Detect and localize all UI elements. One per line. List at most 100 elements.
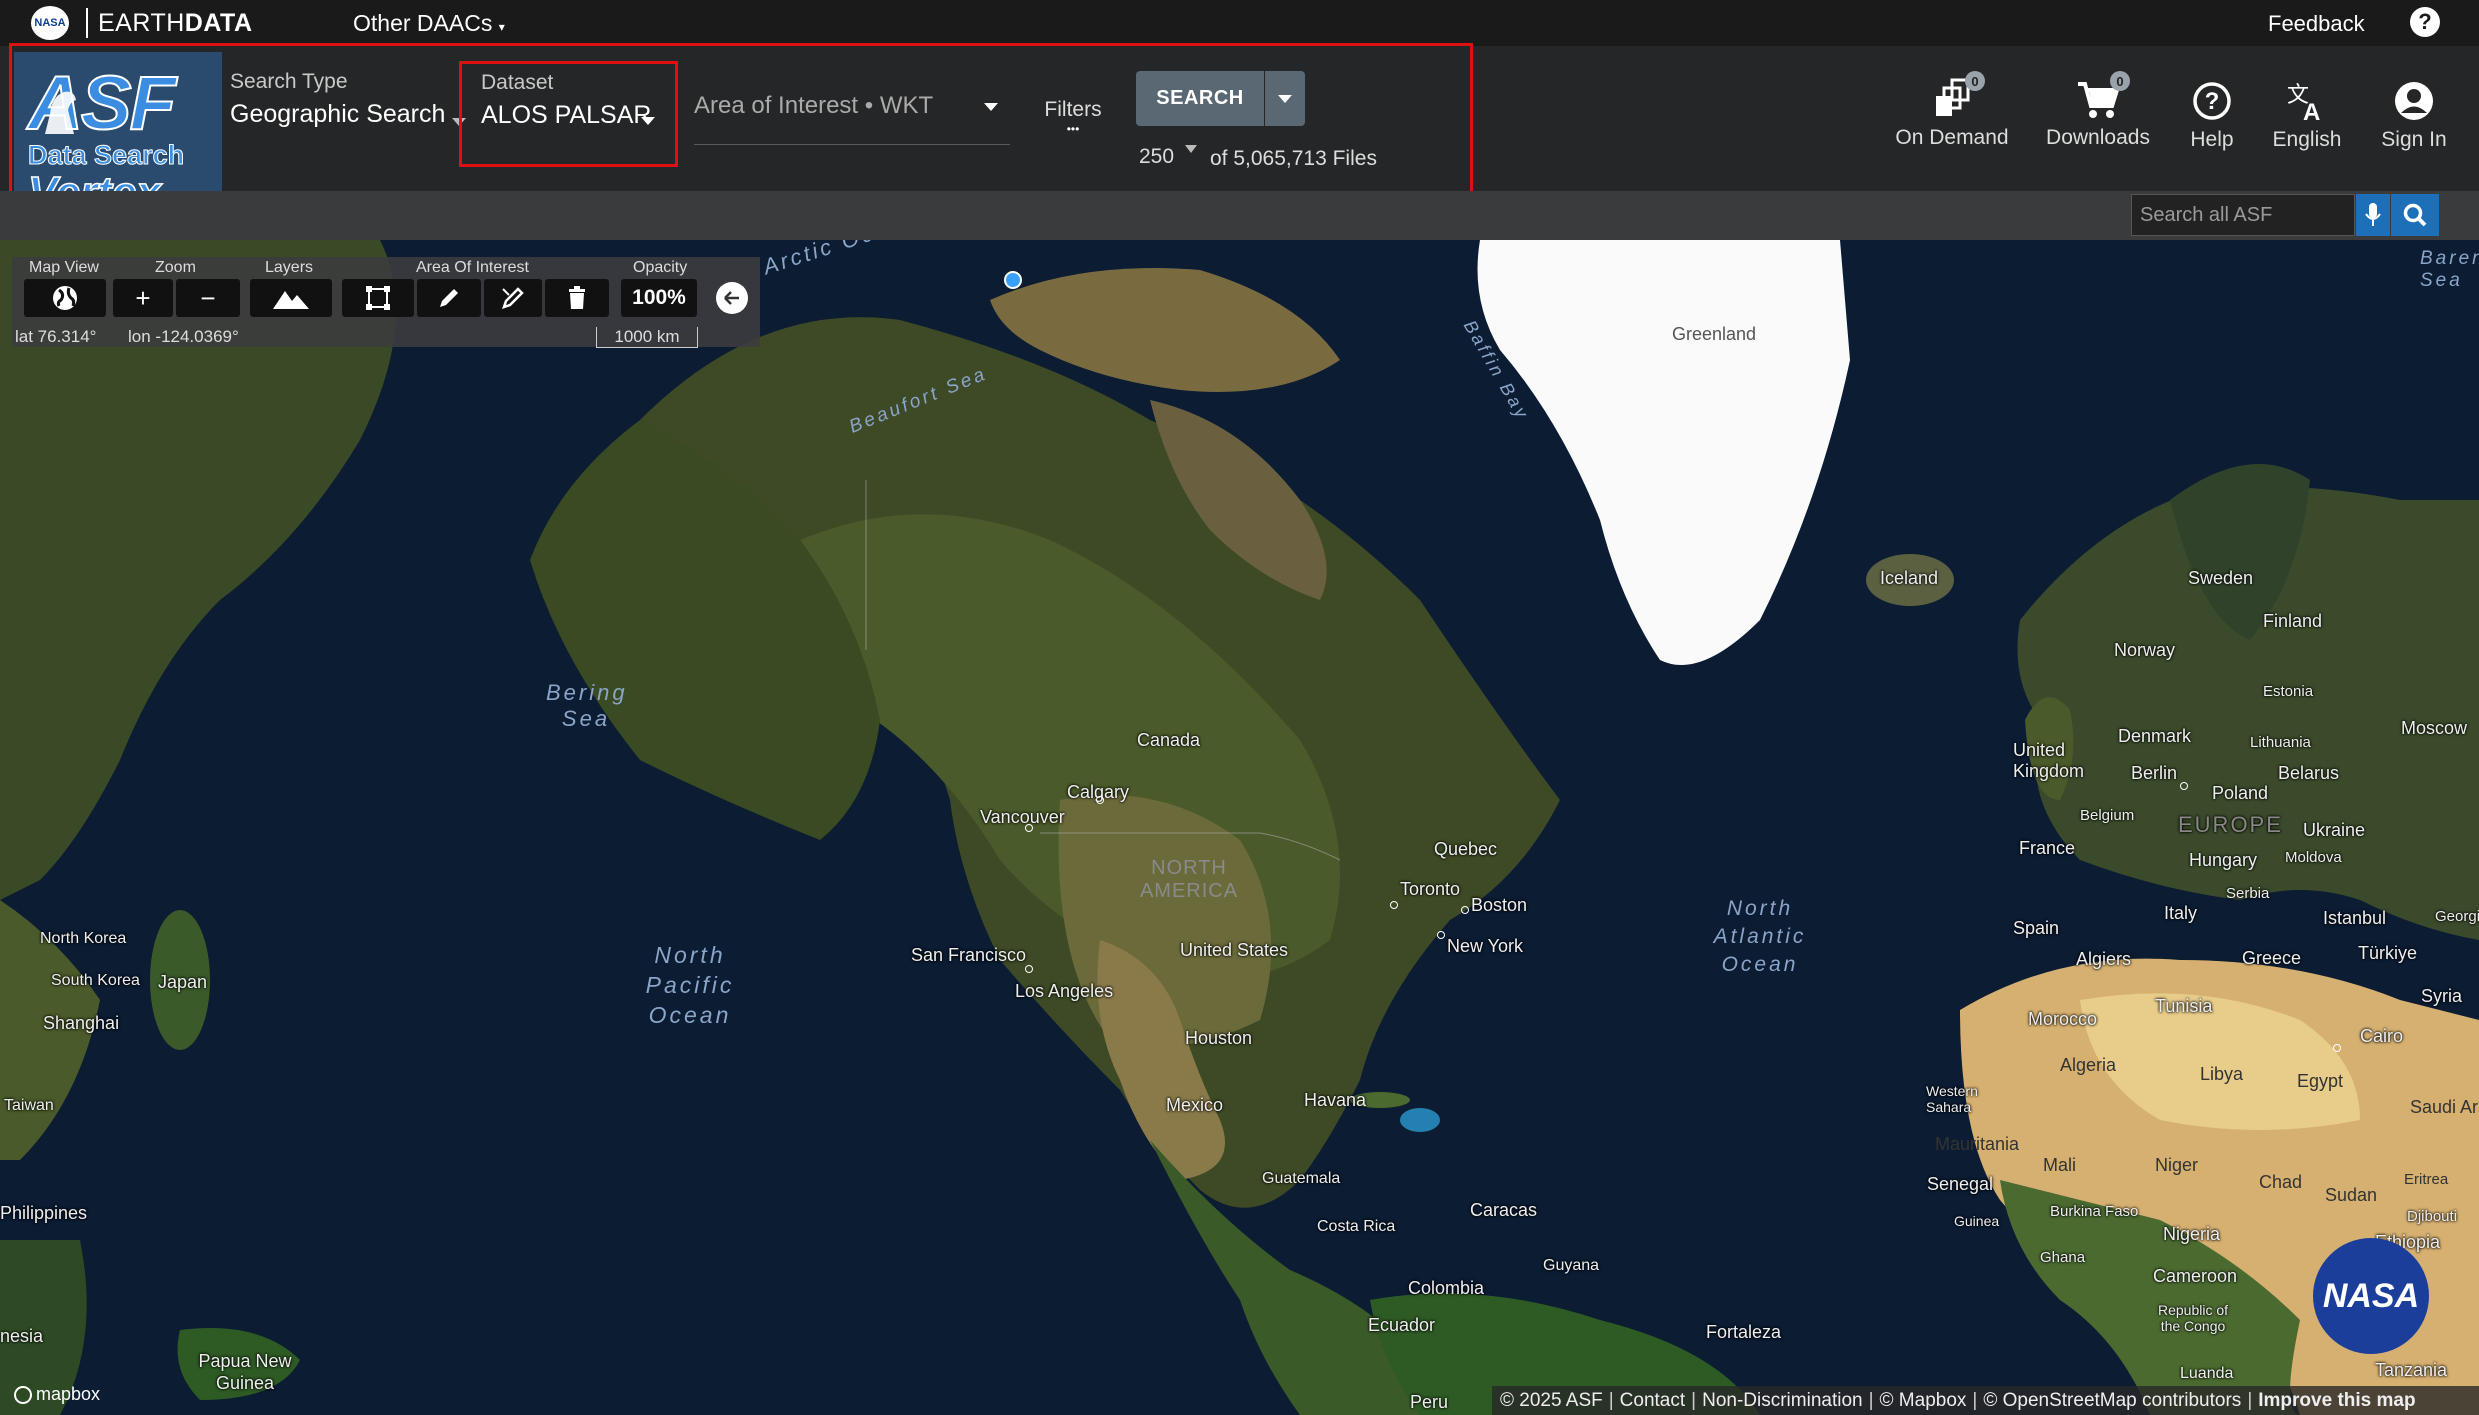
map-view[interactable]: Arctic Ocean Greenland Baffin Bay Beaufo… <box>0 240 2479 1415</box>
feedback-link[interactable]: Feedback <box>2268 10 2365 38</box>
map-label: New York <box>1447 936 1524 956</box>
collapse-controls-button[interactable] <box>716 282 748 314</box>
globe-icon <box>53 286 77 310</box>
on-demand-button[interactable]: On Demand <box>1890 78 2014 150</box>
zoom-in-button[interactable]: + <box>113 279 173 317</box>
zoom-out-button[interactable]: − <box>176 279 240 317</box>
downloads-badge: 0 <box>2110 71 2130 91</box>
map-label: Peru <box>1410 1392 1449 1412</box>
sub-bar <box>0 191 2479 240</box>
mapbox-attribution-link[interactable]: © Mapbox <box>1880 1390 1967 1412</box>
map-label: Sweden <box>2188 568 2254 588</box>
osm-attribution-link[interactable]: © OpenStreetMap contributors <box>1983 1390 2241 1412</box>
map-label: Guinea <box>1954 1213 2000 1229</box>
language-button[interactable]: 文 A English <box>2262 80 2352 152</box>
map-label: Cairo <box>2360 1026 2404 1046</box>
help-label: Help <box>2190 128 2234 151</box>
latitude-readout: lat 76.314° <box>15 327 97 346</box>
microphone-button[interactable] <box>2356 194 2390 236</box>
contact-link[interactable]: Contact <box>1620 1390 1685 1412</box>
mapbox-icon <box>14 1385 32 1404</box>
map-label: United Kingdom <box>2013 740 2085 781</box>
map-label: Papua New Guinea <box>198 1351 292 1393</box>
opacity-button[interactable]: 100% <box>621 279 697 317</box>
mapbox-logo[interactable]: mapbox <box>14 1384 100 1405</box>
map-label: Greenland <box>1672 324 1757 344</box>
city-marker <box>1025 965 1033 973</box>
earthdata-brand[interactable]: EARTHDATA <box>98 8 253 38</box>
downloads-button[interactable]: Downloads <box>2040 78 2156 150</box>
non-discrimination-link[interactable]: Non-Discrimination <box>1702 1390 1863 1412</box>
map-label: Tanzania <box>2375 1360 2448 1380</box>
improve-map-link[interactable]: Improve this map <box>2258 1390 2415 1412</box>
map-label: Djibouti <box>2407 1208 2458 1225</box>
edit-aoi-button[interactable] <box>484 279 542 317</box>
edit-pencil-icon <box>502 287 524 309</box>
city-marker <box>1025 824 1033 832</box>
help-icon[interactable]: ? <box>2410 7 2440 37</box>
sign-in-button[interactable]: Sign In <box>2372 80 2456 152</box>
map-label: Morocco <box>2028 1009 2098 1029</box>
ocean-label: Bering Sea <box>546 680 628 731</box>
map-label: Canada <box>1137 730 1201 750</box>
on-demand-label: On Demand <box>1895 126 2009 149</box>
map-label: Niger <box>2155 1155 2199 1175</box>
trash-icon <box>569 286 585 309</box>
nasa-meatball-logo: NASA <box>2313 1238 2429 1354</box>
ocean-label: North Pacific Ocean <box>645 942 735 1028</box>
map-label: Senegal <box>1927 1174 1994 1194</box>
map-label: Mexico <box>1166 1095 1224 1115</box>
city-marker <box>2180 782 2188 790</box>
map-label: Denmark <box>2118 726 2192 746</box>
map-label: Houston <box>1185 1028 1253 1048</box>
layers-label: Layers <box>265 259 314 276</box>
map-label: Mali <box>2043 1155 2077 1175</box>
clear-aoi-button[interactable] <box>545 279 609 317</box>
map-label: Egypt <box>2297 1071 2344 1091</box>
site-search-button[interactable] <box>2391 194 2439 236</box>
help-button[interactable]: ? Help <box>2180 80 2244 152</box>
map-view-button[interactable] <box>24 279 106 317</box>
map-label: San Francisco <box>911 945 1027 965</box>
map-label: Philippines <box>0 1203 88 1223</box>
opacity-label: Opacity <box>633 259 688 276</box>
map-label: Quebec <box>1434 839 1498 859</box>
map-label: Guatemala <box>1262 1170 1341 1187</box>
map-label: Caracas <box>1470 1200 1538 1220</box>
other-daacs-menu[interactable]: Other DAACs ▾ <box>353 9 505 41</box>
draw-polygon-button[interactable] <box>417 279 481 317</box>
map-label: France <box>2019 838 2076 858</box>
city-marker <box>1390 901 1398 909</box>
svg-text:?: ? <box>2205 88 2220 115</box>
map-label: United States <box>1180 940 1289 960</box>
svg-text:A: A <box>2303 99 2320 122</box>
map-label: Taiwan <box>4 1097 54 1114</box>
map-label: South Korea <box>51 972 140 989</box>
help-circle-icon: ? <box>2193 82 2231 120</box>
satellite-map <box>0 240 2479 1415</box>
map-label: Berlin <box>2131 763 2178 783</box>
divider <box>86 8 88 38</box>
map-label: Belarus <box>2278 763 2340 783</box>
map-label: Mauritania <box>1935 1134 2020 1154</box>
scale-value: 1000 km <box>614 327 680 346</box>
map-label: Sudan <box>2325 1185 2378 1205</box>
map-label: nesia <box>0 1326 44 1346</box>
map-label: Serbia <box>2226 885 2270 902</box>
arrow-left-icon <box>724 291 739 305</box>
bounding-box-icon <box>366 286 390 310</box>
map-label: Greece <box>2242 948 2302 968</box>
mountain-icon <box>273 291 309 309</box>
other-daacs-label: Other DAACs <box>353 10 493 36</box>
nasa-logo[interactable]: NASA <box>31 6 69 40</box>
map-label: Ghana <box>2040 1249 2086 1266</box>
layers-button[interactable] <box>250 279 332 317</box>
map-label: Italy <box>2164 903 2198 923</box>
map-label: Ecuador <box>1368 1315 1436 1335</box>
on-demand-badge: 0 <box>1965 71 1985 91</box>
map-label: Türkiye <box>2358 943 2418 963</box>
draw-box-button[interactable] <box>342 279 414 317</box>
region-label: EUROPE <box>2178 812 2283 837</box>
map-label: Georgia <box>2435 908 2479 925</box>
site-search-input[interactable]: Search all ASF <box>2131 194 2355 236</box>
